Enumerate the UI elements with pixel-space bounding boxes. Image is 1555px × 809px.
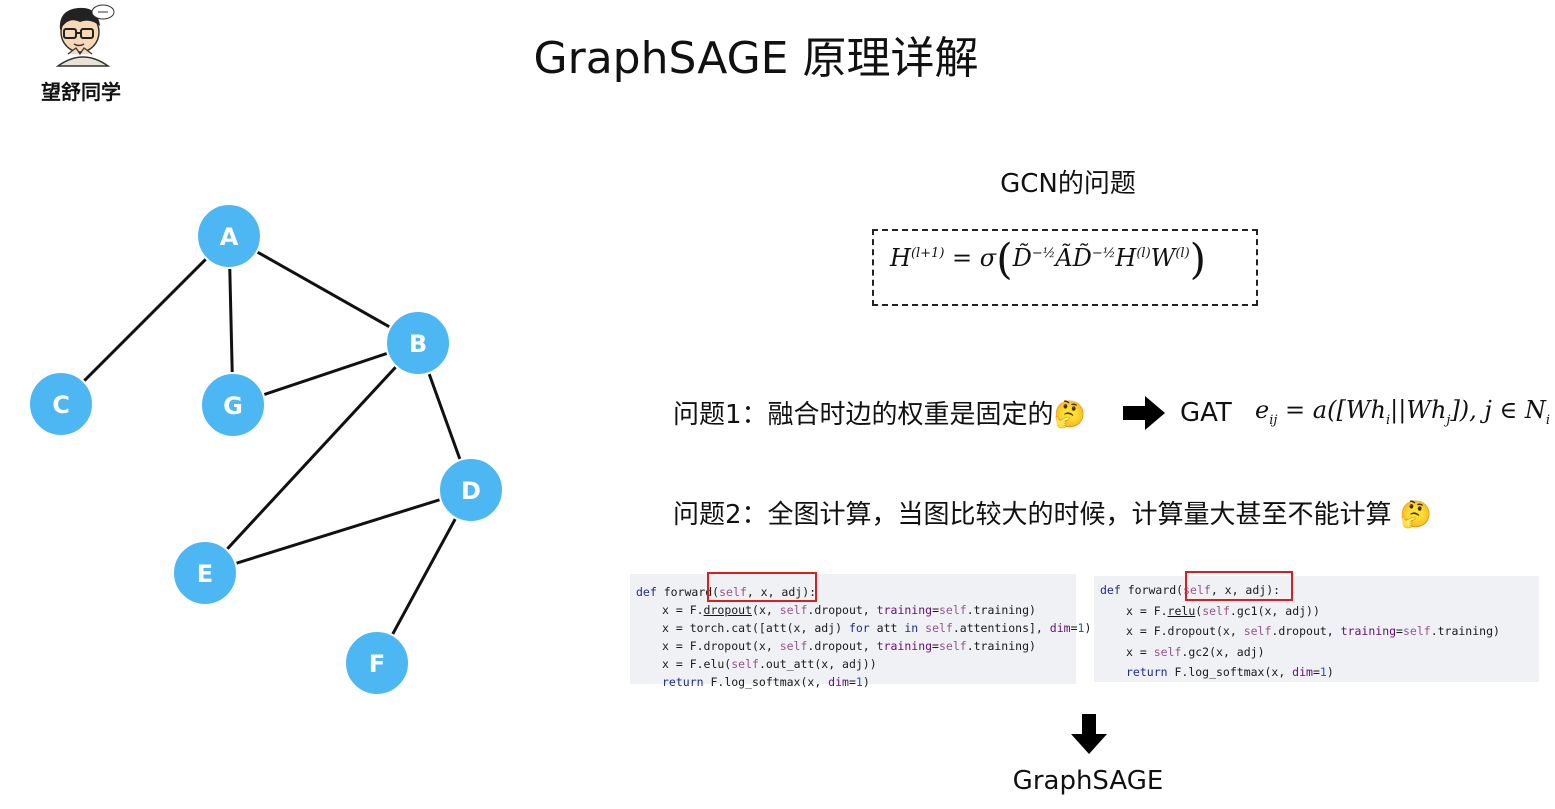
gcn-formula: H(l+1) = σ(D̃−½ÃD̃−½H(l)W(l)) xyxy=(890,234,1207,284)
graph-node-label-B: B xyxy=(409,330,427,358)
arrow-right-icon xyxy=(1123,396,1165,430)
code-line: return F.log_softmax(x, dim=1) xyxy=(662,675,870,689)
gcn-section-title: GCN的问题 xyxy=(1000,169,1136,199)
problem-2-text: 问题2：全图计算，当图比较大的时候，计算量大甚至不能计算 🤔 xyxy=(673,500,1433,530)
code-line: return F.log_softmax(x, dim=1) xyxy=(1126,665,1334,679)
code-line: x = torch.cat([att(x, adj) for att in se… xyxy=(662,621,1092,635)
code-line: def forward(self, x, adj): xyxy=(636,585,817,599)
graph-edges xyxy=(59,234,473,664)
graph-edge-A-C xyxy=(59,234,231,406)
page-title: GraphSAGE 原理详解 xyxy=(533,33,979,84)
code-line: def forward(self, x, adj): xyxy=(1100,583,1281,597)
graph-node-label-D: D xyxy=(461,477,481,505)
gcn-highlight-box xyxy=(1185,571,1293,601)
gat-highlight-box xyxy=(707,572,817,602)
gat-code-panel: def forward(self, x, adj): x = F.dropout… xyxy=(630,574,1092,689)
gcn-code-panel: def forward(self, x, adj): x = F.relu(se… xyxy=(1094,576,1539,682)
graph-nodes: A B C G D E F xyxy=(28,203,504,696)
code-line: x = F.dropout(x, self.dropout, training=… xyxy=(1126,624,1500,638)
code-line: x = F.elu(self.out_att(x, adj)) xyxy=(662,657,877,671)
graph-node-label-E: E xyxy=(197,560,213,588)
code-line: x = F.dropout(x, self.dropout, training=… xyxy=(662,639,1036,653)
graph-node-label-A: A xyxy=(220,223,239,251)
problem-1-text: 问题1：融合时边的权重是固定的🤔 xyxy=(673,400,1086,430)
code-line: x = F.relu(self.gc1(x, adj)) xyxy=(1126,603,1320,618)
gat-formula: eij = a([Whi||Whj]), j ∈ Ni xyxy=(1255,396,1551,428)
graph-diagram: A B C G D E F xyxy=(28,203,504,696)
arrow-down-icon xyxy=(1071,714,1107,754)
graph-node-label-C: C xyxy=(52,391,70,419)
code-line: x = self.gc2(x, adj) xyxy=(1126,644,1265,659)
gat-label: GAT xyxy=(1180,398,1232,428)
graph-node-label-F: F xyxy=(369,650,385,678)
code-line: x = F.dropout(x, self.dropout, training=… xyxy=(662,603,1036,617)
graph-node-label-G: G xyxy=(223,392,243,420)
graphsage-label: GraphSAGE xyxy=(1012,766,1164,796)
